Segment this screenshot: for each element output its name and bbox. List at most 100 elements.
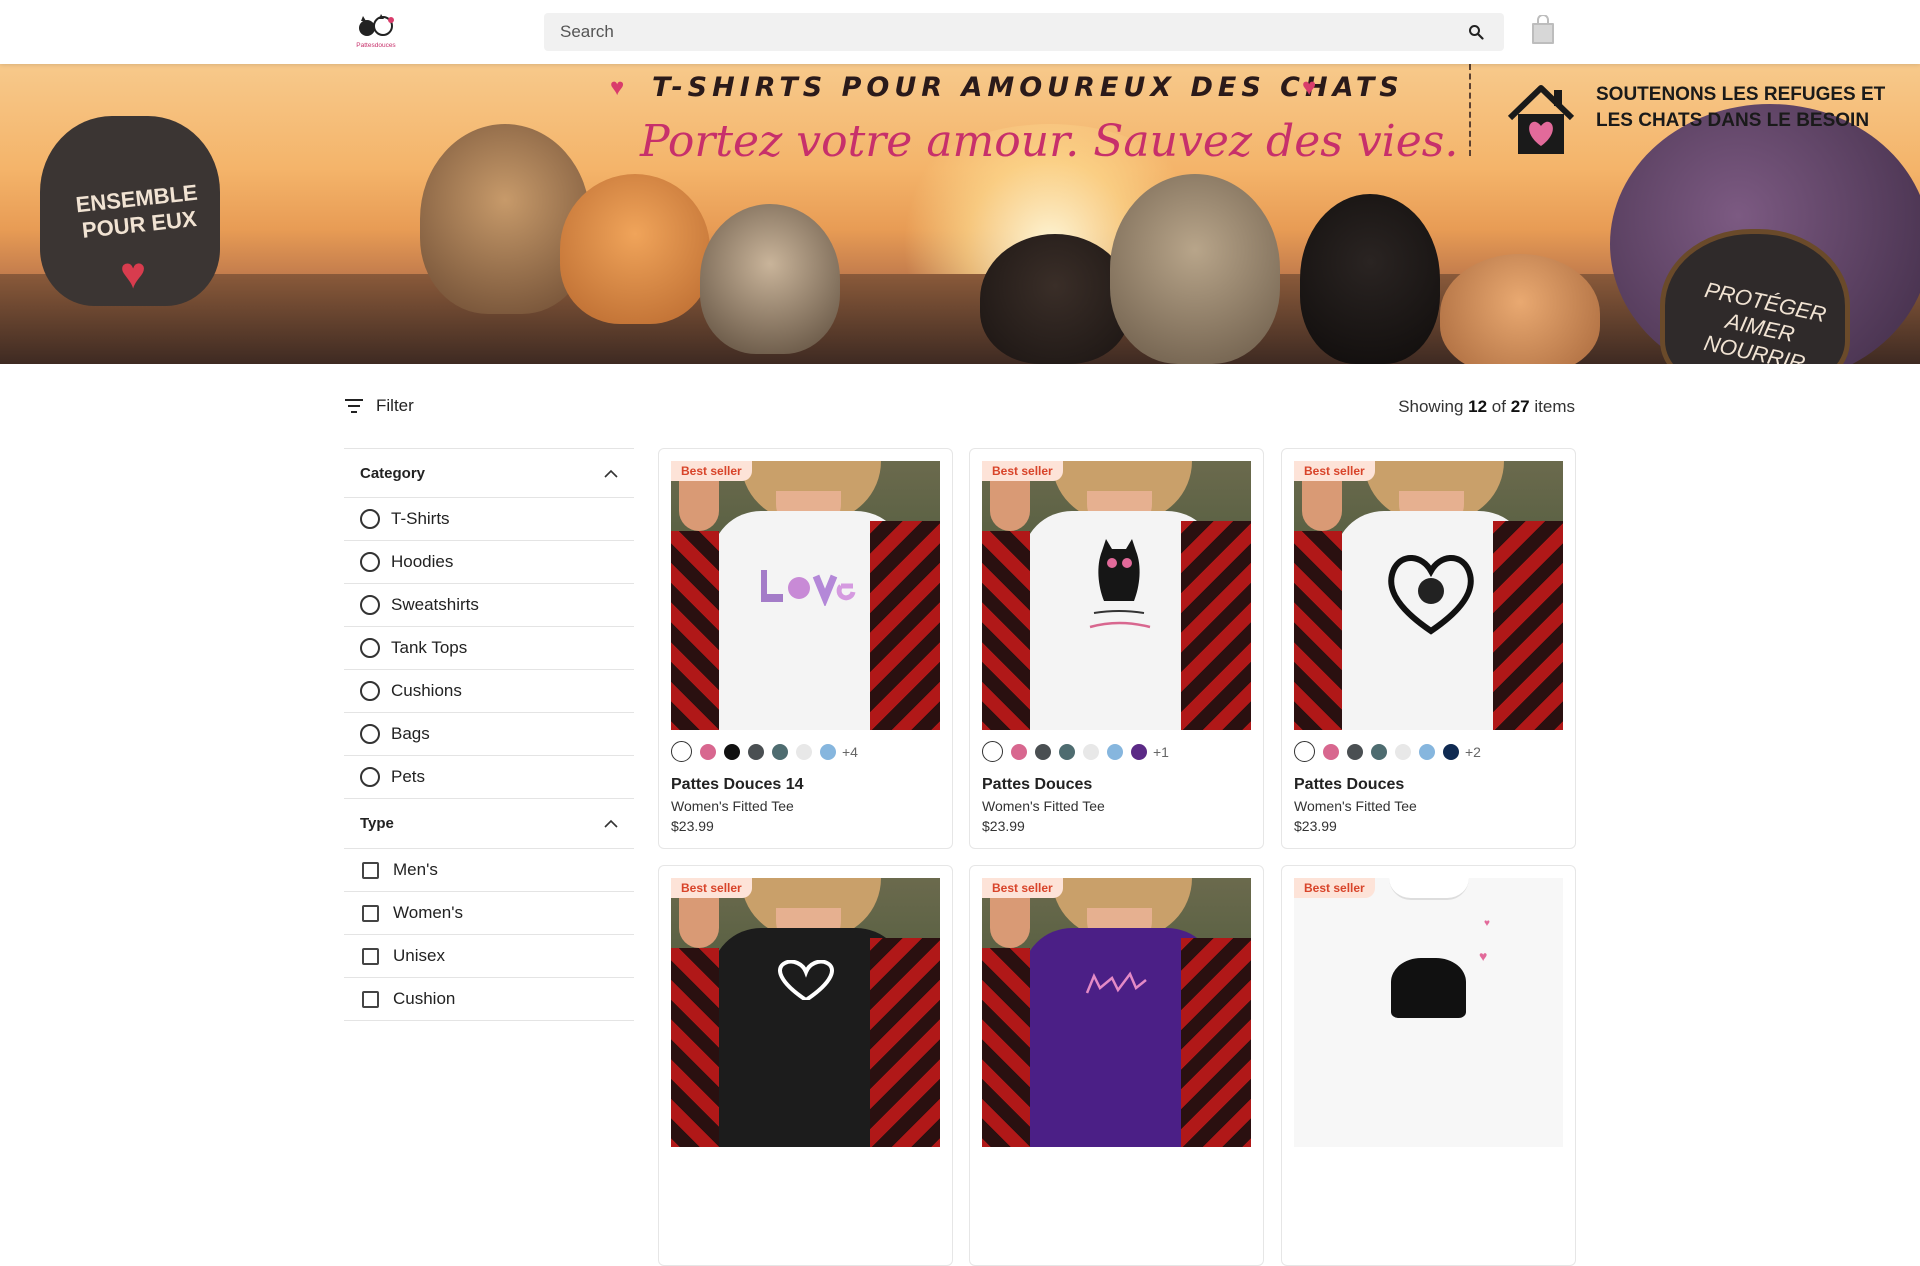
heart-icon: ♥	[1302, 74, 1317, 101]
color-swatch[interactable]	[1395, 743, 1411, 760]
type-title: Type	[360, 815, 394, 832]
chevron-up-icon	[604, 469, 618, 478]
option-label: Hoodies	[391, 552, 454, 571]
product-image[interactable]	[982, 878, 1251, 1147]
type-option-unisex[interactable]: Unisex	[344, 935, 634, 978]
radio-button[interactable]	[360, 509, 380, 529]
category-option-sweatshirts[interactable]: Sweatshirts	[344, 584, 634, 627]
type-section-header[interactable]: Type	[344, 799, 634, 849]
radio-button[interactable]	[360, 552, 380, 572]
checkbox[interactable]	[362, 947, 379, 965]
cat-image	[700, 204, 840, 354]
color-swatch[interactable]	[1294, 741, 1315, 762]
radio-button[interactable]	[360, 724, 380, 744]
category-option-cushions[interactable]: Cushions	[344, 670, 634, 713]
color-swatch[interactable]	[772, 743, 788, 760]
color-swatch[interactable]	[820, 743, 836, 760]
cat-image	[560, 174, 710, 324]
option-label: T-Shirts	[391, 509, 450, 528]
option-label: Women's	[393, 903, 464, 922]
pattesdouces-logo[interactable]: Pattesdouces	[351, 14, 401, 50]
color-swatch[interactable]	[700, 743, 716, 760]
product-image[interactable]	[671, 878, 940, 1147]
color-swatch[interactable]	[748, 743, 764, 760]
product-card[interactable]: Best seller +4 Pattes Douces 14 Women's …	[658, 448, 953, 849]
product-card[interactable]: Best seller +1 Pattes Douces Women's Fit…	[969, 448, 1264, 849]
color-swatch[interactable]	[1131, 743, 1147, 760]
color-swatch[interactable]	[1323, 743, 1339, 760]
type-option-mens[interactable]: Men's	[344, 849, 634, 892]
best-seller-badge: Best seller	[982, 878, 1063, 898]
color-swatch[interactable]	[1083, 743, 1099, 760]
chevron-up-icon	[604, 819, 618, 828]
product-name[interactable]: Pattes Douces 14	[671, 776, 804, 794]
filter-sidebar: Category T-Shirts Hoodies Sweatshirts Ta…	[344, 448, 634, 1021]
search-icon[interactable]	[1468, 24, 1484, 40]
color-swatch[interactable]	[671, 741, 692, 762]
color-swatch[interactable]	[982, 741, 1003, 762]
product-price: $23.99	[1294, 818, 1337, 834]
radio-button[interactable]	[360, 767, 380, 787]
product-type: Women's Fitted Tee	[671, 798, 794, 814]
filter-button[interactable]: Filter	[344, 392, 414, 420]
product-card[interactable]: Best seller	[969, 865, 1264, 1266]
category-section-header[interactable]: Category	[344, 448, 634, 498]
color-swatch[interactable]	[724, 743, 740, 760]
product-name[interactable]: Pattes Douces	[982, 776, 1092, 794]
checkbox[interactable]	[362, 990, 379, 1008]
checkbox[interactable]	[362, 904, 379, 922]
radio-button[interactable]	[360, 681, 380, 701]
heart-icon: ♥	[120, 249, 147, 298]
heart-icon: ♥	[1484, 918, 1490, 929]
product-image[interactable]	[671, 461, 940, 730]
product-image[interactable]: ♥ ♥	[1294, 878, 1563, 1147]
shirt-print-heart-icon	[1388, 555, 1474, 635]
color-swatches: +2	[1294, 741, 1481, 762]
option-label: Unisex	[393, 946, 445, 965]
radio-button[interactable]	[360, 638, 380, 658]
search-input[interactable]	[544, 13, 1464, 51]
color-swatch[interactable]	[1011, 743, 1027, 760]
type-option-cushion[interactable]: Cushion	[344, 978, 634, 1021]
color-swatch[interactable]	[1059, 743, 1075, 760]
color-swatch[interactable]	[1443, 743, 1459, 760]
color-swatches: +4	[671, 741, 858, 762]
color-swatch[interactable]	[1347, 743, 1363, 760]
color-swatch[interactable]	[796, 743, 812, 760]
shown-count: 12	[1468, 397, 1488, 416]
checkbox[interactable]	[362, 861, 379, 879]
product-name[interactable]: Pattes Douces	[1294, 776, 1404, 794]
more-colors-count[interactable]: +4	[842, 744, 858, 760]
product-card[interactable]: ♥ ♥ Best seller	[1281, 865, 1576, 1266]
best-seller-badge: Best seller	[1294, 461, 1375, 481]
category-option-t-shirts[interactable]: T-Shirts	[344, 498, 634, 541]
product-type: Women's Fitted Tee	[1294, 798, 1417, 814]
color-swatch[interactable]	[1419, 743, 1435, 760]
radio-button[interactable]	[360, 595, 380, 615]
category-option-hoodies[interactable]: Hoodies	[344, 541, 634, 584]
total-count: 27	[1510, 397, 1530, 416]
product-image[interactable]	[982, 461, 1251, 730]
best-seller-badge: Best seller	[671, 461, 752, 481]
category-option-pets[interactable]: Pets	[344, 756, 634, 799]
category-option-tank-tops[interactable]: Tank Tops	[344, 627, 634, 670]
color-swatch[interactable]	[1107, 743, 1123, 760]
option-label: Cushion	[393, 989, 456, 1008]
top-header: Pattesdouces	[0, 0, 1920, 64]
hero-banner: ♥ T-SHIRTS POUR AMOUREUX DES CHATS ♥ Por…	[0, 64, 1920, 364]
product-image[interactable]	[1294, 461, 1563, 730]
shopping-bag-icon[interactable]	[1530, 15, 1556, 45]
of-label: of	[1491, 397, 1506, 416]
product-card[interactable]: Best seller +2 Pattes Douces Women's Fit…	[1281, 448, 1576, 849]
shirt-print-cat-icon	[1085, 971, 1147, 994]
filter-icon	[345, 399, 363, 413]
type-option-womens[interactable]: Women's	[344, 892, 634, 935]
house-heart-icon	[1507, 85, 1575, 154]
category-option-bags[interactable]: Bags	[344, 713, 634, 756]
option-label: Sweatshirts	[391, 595, 479, 614]
more-colors-count[interactable]: +1	[1153, 744, 1169, 760]
color-swatch[interactable]	[1035, 743, 1051, 760]
more-colors-count[interactable]: +2	[1465, 744, 1481, 760]
color-swatch[interactable]	[1371, 743, 1387, 760]
product-card[interactable]: Best seller	[658, 865, 953, 1266]
